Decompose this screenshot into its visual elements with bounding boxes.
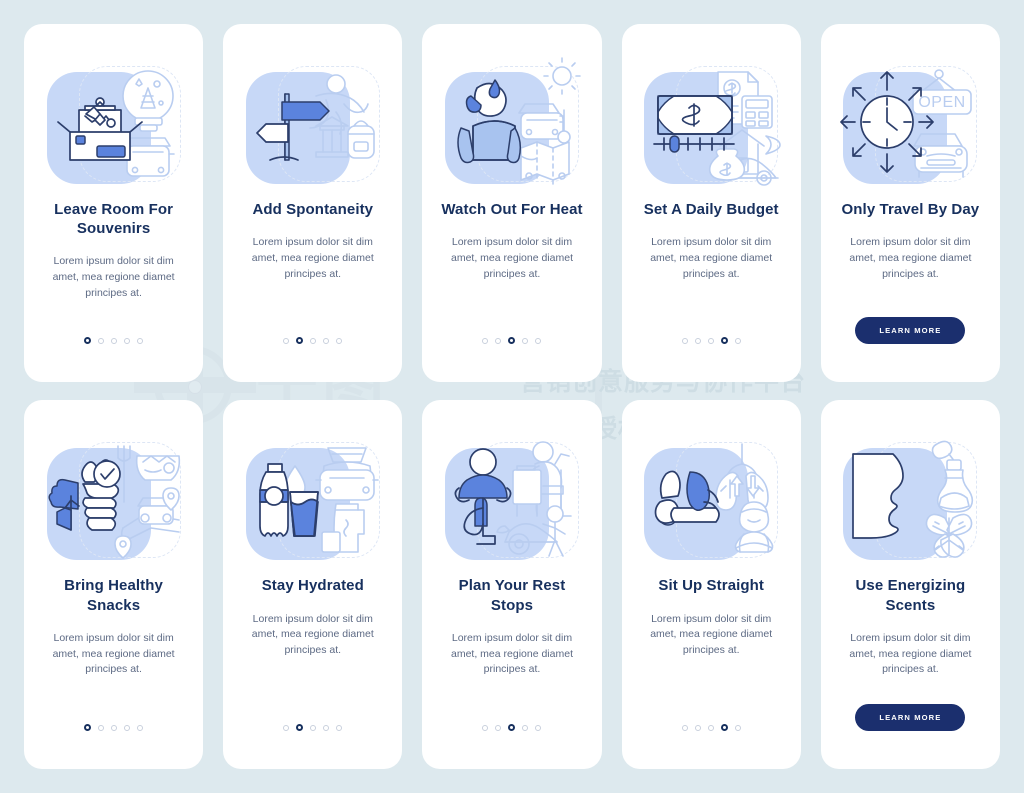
card-title: Use Energizing Scents <box>855 577 966 614</box>
pagination-dot-2[interactable] <box>296 337 304 345</box>
learn-more-button[interactable]: LEARN MORE <box>855 704 966 731</box>
onboarding-card-leave-room-for-souvenirs: Leave Room For Souvenirs Lorem ipsum dol… <box>24 24 204 383</box>
pagination-dot-1[interactable] <box>283 337 290 344</box>
pagination-dot-2[interactable] <box>495 337 502 344</box>
card-body: Lorem ipsum dolor sit dim amet, mea regi… <box>650 612 773 657</box>
onboarding-card-bring-healthy-snacks: Bring Healthy Snacks Lorem ipsum dolor s… <box>24 400 204 769</box>
card-title: Leave Room For Souvenirs <box>54 201 174 238</box>
svg-text:OPEN: OPEN <box>919 94 966 111</box>
pagination-dot-3[interactable] <box>508 337 516 345</box>
card-title: Sit Up Straight <box>658 577 765 595</box>
broccoli-stomach-salad-route-pins-icon <box>45 436 183 576</box>
onboarding-card-sit-up-straight: Sit Up Straight Lorem ipsum dolor sit di… <box>621 400 801 769</box>
card-body: Lorem ipsum dolor sit dim amet, mea regi… <box>251 612 374 657</box>
pagination-dot-4[interactable] <box>323 337 330 344</box>
pagination-dots[interactable] <box>681 724 741 731</box>
learn-more-button[interactable]: LEARN MORE <box>855 317 966 345</box>
pagination-dot-1[interactable] <box>681 724 688 731</box>
face-profile-perfume-bottle-mint-leaves-icon <box>841 436 979 576</box>
card-title: Watch Out For Heat <box>441 201 583 218</box>
souvenir-box-snowglobe-car-icon <box>45 60 183 200</box>
yoga-pose-cafe-walking-person-car-icon <box>443 436 581 576</box>
pagination-dot-5[interactable] <box>336 337 343 344</box>
signpost-jumping-person-temple-backpack-icon <box>244 60 382 200</box>
pagination-dots[interactable] <box>681 337 741 345</box>
pagination-dot-3[interactable] <box>111 337 118 344</box>
pagination-dot-2[interactable] <box>296 724 304 731</box>
pagination-dot-4[interactable] <box>124 337 131 344</box>
pagination-dot-1[interactable] <box>283 724 290 731</box>
onboarding-card-set-a-daily-budget: Set A Daily Budget Lorem ipsum dolor sit… <box>621 24 801 383</box>
pagination-dot-5[interactable] <box>137 724 144 731</box>
onboarding-card-watch-out-for-heat: Watch Out For Heat Lorem ipsum dolor sit… <box>422 24 602 383</box>
sun-clock-open-sign-car-icon: OPEN <box>840 60 979 200</box>
onboarding-card-use-energizing-scents: Use Energizing Scents Lorem ipsum dolor … <box>820 400 1000 769</box>
pagination-dot-3[interactable] <box>508 724 516 731</box>
pagination-dot-5[interactable] <box>535 724 542 731</box>
onboarding-screens-sheet: 千图 营销创意服务与协作平台 商用请获取授权 <box>0 0 1024 793</box>
card-title: Plan Your Rest Stops <box>458 577 566 614</box>
spine-posture-lungs-driver-icon <box>642 436 780 576</box>
pagination-dot-5[interactable] <box>734 724 741 731</box>
pagination-dot-3[interactable] <box>707 337 714 344</box>
card-body: Lorem ipsum dolor sit dim amet, mea regi… <box>849 631 972 676</box>
pagination-dot-4[interactable] <box>323 724 330 731</box>
card-body: Lorem ipsum dolor sit dim amet, mea regi… <box>451 631 573 676</box>
pagination-dots[interactable] <box>283 724 343 731</box>
pagination-dot-2[interactable] <box>694 337 701 344</box>
pagination-dot-1[interactable] <box>482 337 489 344</box>
cards-grid: Leave Room For Souvenirs Lorem ipsum dol… <box>0 0 1024 793</box>
onboarding-card-plan-your-rest-stops: Plan Your Rest Stops Lorem ipsum dolor s… <box>422 400 602 769</box>
pagination-dots[interactable] <box>84 337 144 345</box>
card-body: Lorem ipsum dolor sit dim amet, mea regi… <box>451 236 573 280</box>
pagination-dot-3[interactable] <box>310 337 317 344</box>
pagination-dot-5[interactable] <box>137 337 144 344</box>
pagination-dots[interactable] <box>482 337 542 345</box>
pagination-dot-4[interactable] <box>720 337 728 345</box>
card-body: Lorem ipsum dolor sit dim amet, mea regi… <box>251 236 374 280</box>
pagination-dot-4[interactable] <box>522 337 529 344</box>
card-body: Lorem ipsum dolor sit dim amet, mea regi… <box>52 631 175 676</box>
banknote-invoice-house-moneybag-car-icon <box>642 60 781 200</box>
pagination-dot-1[interactable] <box>84 337 92 345</box>
pagination-dot-1[interactable] <box>84 724 92 731</box>
card-body: Lorem ipsum dolor sit dim amet, mea regi… <box>650 236 773 280</box>
sweating-person-sun-car-map-icon <box>443 57 581 200</box>
pagination-dot-2[interactable] <box>694 724 701 731</box>
pagination-dot-4[interactable] <box>522 724 529 731</box>
pagination-dot-5[interactable] <box>336 724 343 731</box>
card-title: Add Spontaneity <box>252 201 374 218</box>
card-body: Lorem ipsum dolor sit dim amet, mea regi… <box>849 236 972 280</box>
onboarding-card-stay-hydrated: Stay Hydrated Lorem ipsum dolor sit dim … <box>223 400 403 769</box>
onboarding-card-add-spontaneity: Add Spontaneity Lorem ipsum dolor sit di… <box>223 24 403 383</box>
pagination-dot-4[interactable] <box>720 724 728 731</box>
card-body: Lorem ipsum dolor sit dim amet, mea regi… <box>52 255 175 299</box>
card-title: Only Travel By Day <box>841 201 980 218</box>
card-title: Stay Hydrated <box>261 577 364 595</box>
pagination-dot-5[interactable] <box>535 337 542 344</box>
pagination-dot-3[interactable] <box>111 724 118 731</box>
pagination-dot-3[interactable] <box>707 724 714 731</box>
pagination-dots[interactable] <box>84 724 144 731</box>
pagination-dot-2[interactable] <box>98 724 105 731</box>
pagination-dot-1[interactable] <box>681 337 688 344</box>
pagination-dot-4[interactable] <box>124 724 131 731</box>
water-bottle-glass-thermos-car-icon <box>244 436 382 576</box>
pagination-dots[interactable] <box>482 724 542 731</box>
pagination-dot-3[interactable] <box>310 724 317 731</box>
card-title: Set A Daily Budget <box>643 201 779 218</box>
pagination-dot-2[interactable] <box>98 337 105 344</box>
pagination-dots[interactable] <box>283 337 343 345</box>
pagination-dot-1[interactable] <box>482 724 489 731</box>
onboarding-card-only-travel-by-day: OPEN Only Travel By Day Lorem ipsum dolo… <box>820 24 1000 383</box>
card-title: Bring Healthy Snacks <box>64 577 163 614</box>
pagination-dot-2[interactable] <box>495 724 502 731</box>
pagination-dot-5[interactable] <box>734 337 741 344</box>
